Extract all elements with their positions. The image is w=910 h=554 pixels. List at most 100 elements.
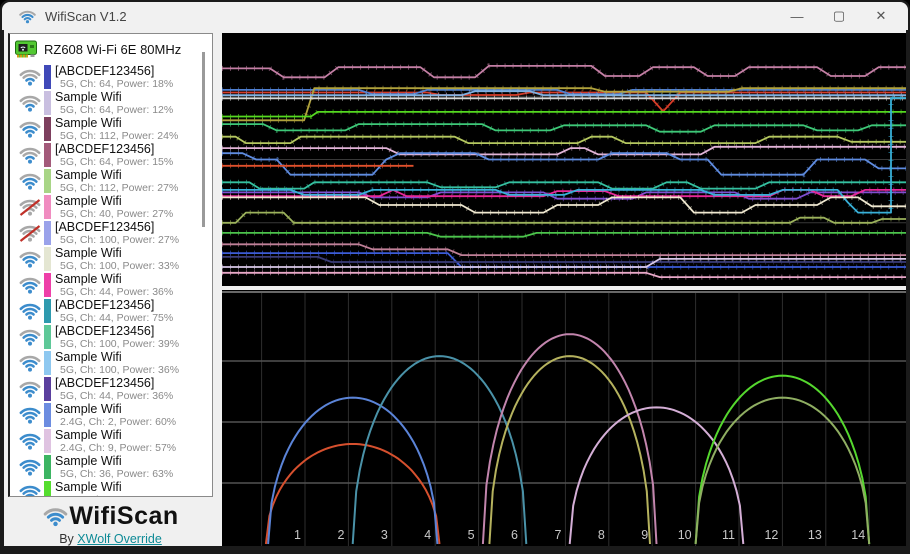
network-detail: 2.4G, Ch: 12, Power: 69% bbox=[60, 495, 182, 496]
network-color-bar bbox=[44, 65, 51, 89]
network-color-bar bbox=[44, 403, 51, 427]
network-list-item[interactable]: [ABCDEF123456] 5G, Ch: 44, Power: 75% bbox=[10, 298, 212, 324]
network-list-item[interactable]: [ABCDEF123456] 5G, Ch: 64, Power: 18% bbox=[10, 64, 212, 90]
window-title: WifiScan V1.2 bbox=[45, 8, 127, 24]
network-color-bar bbox=[44, 221, 51, 245]
wifi-logo-icon bbox=[42, 503, 69, 530]
network-name: [ABCDEF123456] bbox=[55, 375, 155, 390]
channel-axis-label: 2 bbox=[337, 528, 344, 542]
wifi-signal-icon bbox=[18, 377, 42, 401]
network-color-bar bbox=[44, 351, 51, 375]
adapter-name: RZ608 Wi-Fi 6E 80MHz bbox=[44, 41, 182, 57]
app-footer: WifiScan By XWolf Override bbox=[8, 502, 213, 546]
network-list-item[interactable]: Sample Wifi 2.4G, Ch: 9, Power: 57% bbox=[10, 428, 212, 454]
network-list-item[interactable]: [ABCDEF123456] 5G, Ch: 44, Power: 36% bbox=[10, 376, 212, 402]
network-list[interactable]: RZ608 Wi-Fi 6E 80MHz [ABCDEF123456] 5G, C… bbox=[8, 33, 213, 497]
network-list-item[interactable]: Sample Wifi 5G, Ch: 112, Power: 27% bbox=[10, 168, 212, 194]
network-list-item[interactable]: [ABCDEF123456] 5G, Ch: 100, Power: 27% bbox=[10, 220, 212, 246]
network-list-item[interactable]: Sample Wifi 5G, Ch: 36, Power: 63% bbox=[10, 454, 212, 480]
wifi-signal-icon bbox=[18, 143, 42, 167]
app-logo-text: WifiScan bbox=[69, 502, 179, 530]
network-detail: 5G, Ch: 64, Power: 15% bbox=[60, 156, 174, 168]
network-color-bar bbox=[44, 169, 51, 193]
wifi-signal-icon bbox=[18, 351, 42, 375]
wifi-signal-icon bbox=[18, 481, 42, 496]
network-color-bar bbox=[44, 273, 51, 297]
network-name: Sample Wifi bbox=[55, 193, 122, 208]
list-scrollbar[interactable] bbox=[202, 52, 205, 227]
channel-axis-label: 13 bbox=[808, 528, 822, 542]
network-color-bar bbox=[44, 247, 51, 271]
minimize-button[interactable]: — bbox=[776, 2, 818, 30]
network-detail: 2.4G, Ch: 9, Power: 57% bbox=[60, 442, 177, 454]
wifi-unavailable-icon bbox=[18, 221, 42, 245]
network-name: [ABCDEF123456] bbox=[55, 297, 155, 312]
network-list-item[interactable]: Sample Wifi 5G, Ch: 100, Power: 33% bbox=[10, 246, 212, 272]
network-list-item[interactable]: Sample Wifi 2.4G, Ch: 2, Power: 60% bbox=[10, 402, 212, 428]
wifi-signal-icon bbox=[18, 117, 42, 141]
network-detail: 5G, Ch: 44, Power: 36% bbox=[60, 390, 174, 402]
network-name: [ABCDEF123456] bbox=[55, 141, 155, 156]
network-color-bar bbox=[44, 143, 51, 167]
close-button[interactable]: ✕ bbox=[860, 2, 902, 30]
wifi-signal-icon bbox=[18, 273, 42, 297]
network-list-item[interactable]: Sample Wifi 5G, Ch: 100, Power: 36% bbox=[10, 350, 212, 376]
network-name: Sample Wifi bbox=[55, 401, 122, 416]
network-detail: 2.4G, Ch: 2, Power: 60% bbox=[60, 416, 177, 428]
network-color-bar bbox=[44, 299, 51, 323]
network-color-bar bbox=[44, 481, 51, 496]
network-name: Sample Wifi bbox=[55, 89, 122, 104]
network-list-item[interactable]: Sample Wifi2.4G, Ch: 12, Power: 69% bbox=[10, 480, 212, 496]
channel-axis-label: 12 bbox=[764, 528, 778, 542]
app-window: WifiScan V1.2 — ▢ ✕ RZ608 Wi-Fi 6E 80MHz… bbox=[0, 0, 910, 554]
channel-axis-label: 6 bbox=[511, 528, 518, 542]
adapter-header[interactable]: RZ608 Wi-Fi 6E 80MHz bbox=[10, 34, 212, 64]
wifi-signal-icon bbox=[18, 403, 42, 427]
network-detail: 5G, Ch: 100, Power: 36% bbox=[60, 364, 180, 376]
title-bar[interactable]: WifiScan V1.2 — ▢ ✕ bbox=[2, 2, 908, 30]
network-color-bar bbox=[44, 91, 51, 115]
byline: By XWolf Override bbox=[8, 532, 213, 546]
channel-axis-label: 3 bbox=[381, 528, 388, 542]
network-detail: 5G, Ch: 100, Power: 33% bbox=[60, 260, 180, 272]
network-list-item[interactable]: [ABCDEF123456] 5G, Ch: 100, Power: 39% bbox=[10, 324, 212, 350]
channel-axis-label: 5 bbox=[468, 528, 475, 542]
network-detail: 5G, Ch: 40, Power: 27% bbox=[60, 208, 174, 220]
wifi-signal-icon bbox=[18, 65, 42, 89]
network-name: [ABCDEF123456] bbox=[55, 63, 155, 78]
network-color-bar bbox=[44, 429, 51, 453]
network-color-bar bbox=[44, 325, 51, 349]
network-detail: 5G, Ch: 112, Power: 27% bbox=[60, 182, 179, 194]
channel-axis-label: 11 bbox=[722, 528, 735, 542]
wifi-signal-icon bbox=[18, 91, 42, 115]
wifi-signal-icon bbox=[18, 429, 42, 453]
network-list-item[interactable]: Sample Wifi 5G, Ch: 44, Power: 36% bbox=[10, 272, 212, 298]
maximize-button[interactable]: ▢ bbox=[818, 2, 860, 30]
network-list-item[interactable]: [ABCDEF123456] 5G, Ch: 64, Power: 15% bbox=[10, 142, 212, 168]
network-name: Sample Wifi bbox=[55, 427, 122, 442]
channel-axis-label: 1 bbox=[294, 528, 301, 542]
byline-prefix: By bbox=[59, 532, 74, 546]
network-detail: 5G, Ch: 44, Power: 75% bbox=[60, 312, 174, 324]
wifi-unavailable-icon bbox=[18, 195, 42, 219]
network-list-item[interactable]: Sample Wifi 5G, Ch: 112, Power: 24% bbox=[10, 116, 212, 142]
channel-axis-label: 4 bbox=[424, 528, 431, 542]
channel-axis-label: 8 bbox=[598, 528, 605, 542]
wifi-signal-icon bbox=[18, 299, 42, 323]
network-name: [ABCDEF123456] bbox=[55, 219, 155, 234]
network-adapter-icon bbox=[14, 37, 38, 61]
network-name: Sample Wifi bbox=[55, 453, 122, 468]
channel-axis-label: 7 bbox=[554, 528, 561, 542]
network-detail: 5G, Ch: 112, Power: 24% bbox=[60, 130, 179, 142]
wifi-logo-icon bbox=[18, 7, 37, 26]
author-link[interactable]: XWolf Override bbox=[77, 532, 162, 546]
network-detail: 5G, Ch: 36, Power: 63% bbox=[60, 468, 174, 480]
wifi-signal-icon bbox=[18, 247, 42, 271]
network-color-bar bbox=[44, 195, 51, 219]
network-name: [ABCDEF123456] bbox=[55, 323, 155, 338]
network-list-item[interactable]: Sample Wifi 5G, Ch: 64, Power: 12% bbox=[10, 90, 212, 116]
wifi-signal-icon bbox=[18, 455, 42, 479]
network-name: Sample Wifi bbox=[55, 245, 122, 260]
network-list-item[interactable]: Sample Wifi 5G, Ch: 40, Power: 27% bbox=[10, 194, 212, 220]
network-detail: 5G, Ch: 100, Power: 27% bbox=[60, 234, 180, 246]
